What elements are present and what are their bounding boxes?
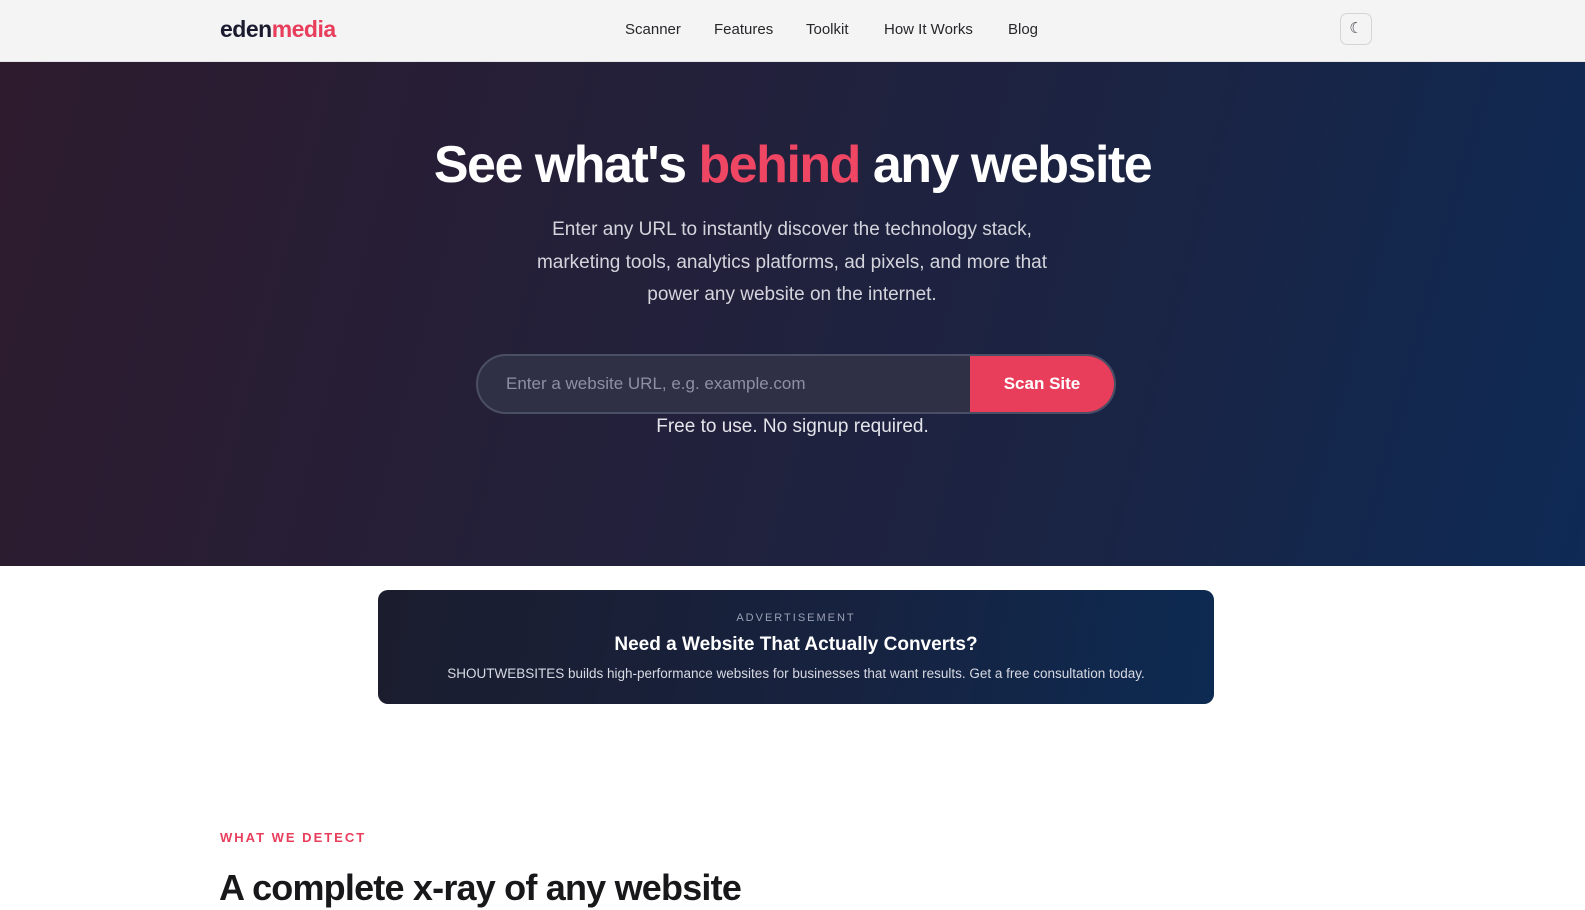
scan-site-button[interactable]: Scan Site bbox=[970, 356, 1114, 412]
ad-label: ADVERTISEMENT bbox=[736, 612, 856, 624]
url-search-form: Scan Site bbox=[476, 354, 1116, 414]
hero-title-start: See what's bbox=[433, 136, 699, 194]
theme-toggle-button[interactable]: ☾ bbox=[1340, 13, 1372, 45]
nav-link-scanner[interactable]: Scanner bbox=[625, 20, 681, 40]
ad-description: SHOUTWEBSITES builds high-performance we… bbox=[447, 666, 1145, 681]
section-eyebrow: WHAT WE DETECT bbox=[220, 830, 367, 845]
nav-link-how-it-works[interactable]: How It Works bbox=[884, 20, 973, 40]
ad-title: Need a Website That Actually Converts? bbox=[614, 634, 978, 655]
hero-title-accent: behind bbox=[698, 136, 862, 194]
nav-link-toolkit[interactable]: Toolkit bbox=[806, 20, 849, 40]
hero-section: See what's behind any website Enter any … bbox=[0, 62, 1585, 566]
advertisement-banner[interactable]: ADVERTISEMENT Need a Website That Actual… bbox=[378, 590, 1214, 704]
hero-subtitle: Enter any URL to instantly discover the … bbox=[536, 219, 1048, 305]
hero-note: Free to use. No signup required. bbox=[656, 416, 929, 437]
nav-link-blog[interactable]: Blog bbox=[1008, 20, 1038, 40]
top-navigation-bar: edenmedia Scanner Features Toolkit How I… bbox=[0, 0, 1585, 62]
nav-link-features[interactable]: Features bbox=[714, 20, 773, 40]
hero-title-end: any website bbox=[859, 136, 1153, 194]
hero-title: See what's behind any website bbox=[0, 134, 1585, 196]
section-title: A complete x-ray of any website bbox=[219, 867, 742, 908]
url-input[interactable] bbox=[478, 356, 972, 412]
moon-icon: ☾ bbox=[1349, 20, 1363, 37]
